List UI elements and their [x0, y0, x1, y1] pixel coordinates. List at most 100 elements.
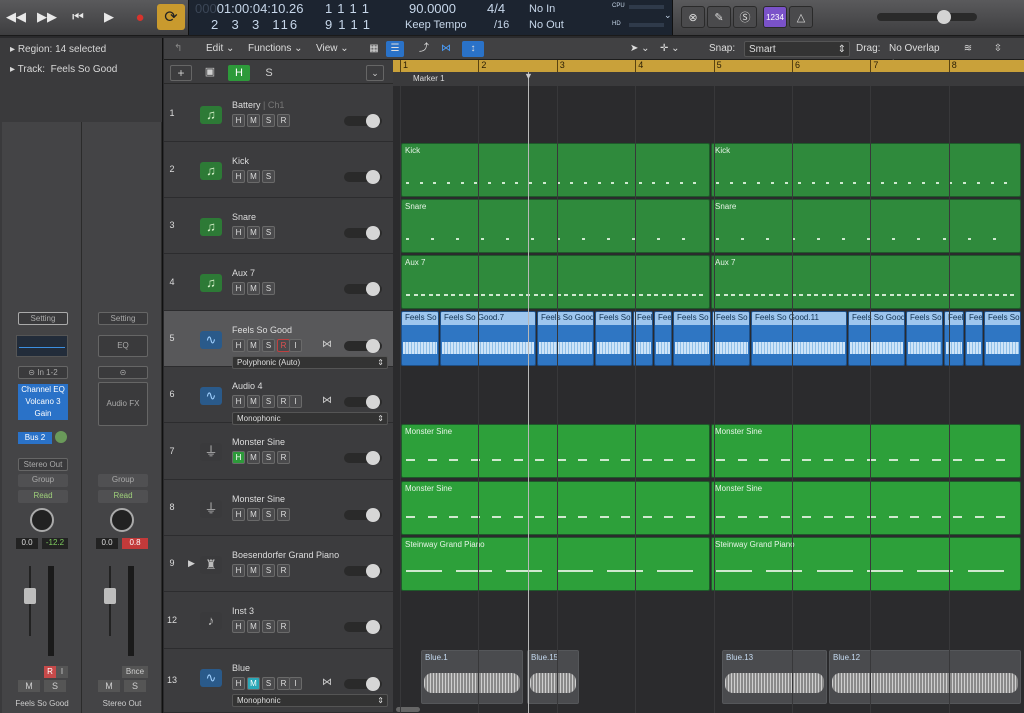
track-header[interactable]: 2 ♫ Kick H M S: [164, 142, 393, 198]
input-monitor-button[interactable]: I: [289, 395, 302, 408]
back-arrow-icon[interactable]: ↰: [174, 41, 182, 57]
eq-thumbnail[interactable]: [16, 335, 68, 357]
marker-1[interactable]: Marker 1: [413, 74, 445, 83]
hide-button[interactable]: H: [232, 395, 245, 408]
mute-button[interactable]: M: [247, 339, 260, 352]
chevron-down-icon[interactable]: ⌄: [664, 10, 672, 21]
audio-region[interactable]: Feel: [965, 311, 983, 366]
audio-region[interactable]: Feels So Good.11: [751, 311, 847, 366]
setting-button[interactable]: Setting: [18, 312, 68, 325]
hide-button[interactable]: H: [232, 564, 245, 577]
lcd-out-label[interactable]: No Out: [529, 19, 564, 31]
mute-button[interactable]: M: [247, 282, 260, 295]
fast-forward-icon[interactable]: ▶▶: [33, 4, 61, 30]
bar-ruler[interactable]: 1 2 3 4 5 6 7 8: [393, 60, 1024, 72]
solo-button[interactable]: S: [262, 282, 275, 295]
track-name[interactable]: Blue: [232, 663, 250, 673]
solo-button[interactable]: S: [124, 680, 146, 692]
track-header[interactable]: 7 ⏚ Monster Sine H M S R: [164, 423, 393, 480]
midi-region[interactable]: Steinway Grand Piano: [401, 537, 710, 591]
balance-knob[interactable]: [110, 508, 134, 532]
track-header[interactable]: 8 ⏚ Monster Sine H M S R: [164, 480, 393, 536]
audio-region[interactable]: Blue.15: [527, 650, 579, 704]
plugin-gain[interactable]: Gain: [18, 408, 68, 420]
mute-button[interactable]: M: [98, 680, 120, 692]
automation-mode[interactable]: Read: [18, 490, 68, 503]
track-header[interactable]: 13 ∿ Blue H M S R I ⋈ Monophonic ⇕: [164, 649, 393, 713]
marquee-tool-icon[interactable]: ✛ ⌄: [660, 41, 680, 57]
mute-button[interactable]: M: [247, 564, 260, 577]
lcd-in-label[interactable]: No In: [529, 3, 555, 15]
track-header[interactable]: 12 ♪ Inst 3 HMSR: [164, 592, 393, 649]
input-monitor-button[interactable]: I: [289, 339, 302, 352]
midi-region[interactable]: Aux 7: [711, 255, 1021, 309]
mute-button[interactable]: M: [247, 170, 260, 183]
new-folder-icon[interactable]: ▣: [200, 65, 220, 81]
mute-button[interactable]: M: [247, 226, 260, 239]
volume-readout[interactable]: 0.0: [16, 538, 38, 549]
track-name[interactable]: Inst 3: [232, 606, 254, 616]
count-in-button[interactable]: 1234: [763, 6, 787, 28]
automation-icon[interactable]: ⤴: [414, 41, 434, 57]
setting-button[interactable]: Setting: [98, 312, 148, 325]
midi-region[interactable]: Steinway Grand Piano: [711, 537, 1021, 591]
solo-button[interactable]: S: [262, 114, 275, 127]
mute-button[interactable]: M: [247, 114, 260, 127]
track-name[interactable]: Kick: [232, 156, 249, 166]
volume-readout[interactable]: 0.0: [96, 538, 118, 549]
audio-region[interactable]: Feels So: [712, 311, 750, 366]
catch-icon[interactable]: ↕: [462, 41, 484, 57]
midi-region[interactable]: Monster Sine: [711, 424, 1021, 478]
solo-button[interactable]: S: [262, 677, 275, 690]
track-header[interactable]: 3 ♫ Snare H M S: [164, 198, 393, 254]
playhead[interactable]: [528, 72, 529, 713]
audio-region[interactable]: Feels So Good: [537, 311, 594, 366]
track-name[interactable]: Feels So Good: [232, 325, 292, 335]
midi-region[interactable]: Kick: [711, 143, 1021, 197]
solo-button[interactable]: S: [262, 620, 275, 633]
track-name[interactable]: Boesendorfer Grand Piano: [232, 550, 339, 560]
solo-button[interactable]: S: [44, 680, 66, 692]
track-volume-slider[interactable]: [344, 395, 382, 409]
input-monitor-button[interactable]: I: [56, 666, 68, 678]
record-enable-button[interactable]: R: [277, 114, 290, 127]
input-slot[interactable]: ⊝ In 1-2: [18, 366, 68, 379]
hide-button[interactable]: H: [232, 508, 245, 521]
hide-button[interactable]: H: [232, 620, 245, 633]
audio-region[interactable]: Feel: [654, 311, 672, 366]
add-track-button[interactable]: +: [170, 65, 192, 81]
marker-lane[interactable]: Marker 1: [393, 72, 1024, 86]
edit-menu[interactable]: Edit ⌄: [206, 41, 234, 57]
audio-fx-slot[interactable]: Audio FX: [98, 382, 148, 426]
link-icon[interactable]: ⊝: [98, 366, 148, 379]
automation-mode[interactable]: Read: [98, 490, 148, 503]
play-icon[interactable]: ▶: [95, 4, 123, 30]
global-solo-button[interactable]: S: [258, 65, 280, 81]
track-name[interactable]: Monster Sine: [232, 494, 285, 504]
audio-region[interactable]: Feels So: [906, 311, 943, 366]
midi-region[interactable]: Monster Sine: [711, 481, 1021, 535]
track-volume-slider[interactable]: [344, 508, 382, 522]
record-icon[interactable]: ●: [126, 4, 154, 30]
track-volume-slider[interactable]: [344, 620, 382, 634]
track-name[interactable]: Battery | Ch1: [232, 100, 284, 110]
audio-region[interactable]: Blue.12: [829, 650, 1021, 704]
hide-button[interactable]: H: [232, 226, 245, 239]
send-level-knob[interactable]: [55, 431, 67, 443]
midi-region[interactable]: Monster Sine: [401, 481, 710, 535]
track-volume-slider[interactable]: [344, 451, 382, 465]
eq-button[interactable]: EQ: [98, 335, 148, 357]
lcd-tempo[interactable]: 90.0000: [409, 1, 456, 16]
view-menu[interactable]: View ⌄: [316, 41, 349, 57]
track-inspector-header[interactable]: ▸ Track: Feels So Good: [0, 60, 163, 80]
track-header[interactable]: 9 ♜ ▶ Boesendorfer Grand Piano H M S R: [164, 536, 393, 592]
audio-region[interactable]: Blue.1: [421, 650, 523, 704]
lcd-division[interactable]: /16: [494, 19, 509, 31]
track-volume-slider[interactable]: [344, 339, 382, 353]
solo-button[interactable]: S: [262, 395, 275, 408]
functions-menu[interactable]: Functions ⌄: [248, 41, 303, 57]
track-header[interactable]: 6 ∿ Audio 4 H M S R I ⋈ Monophonic ⇕: [164, 367, 393, 425]
track-header[interactable]: 5 ∿ Feels So Good H M S R I ⋈ Polyphonic (Auto) ⇕: [164, 311, 393, 369]
track-header[interactable]: 1 ♫ Battery | Ch1 H M S R: [164, 86, 393, 142]
plugin-channel-eq[interactable]: Channel EQ: [18, 384, 68, 396]
